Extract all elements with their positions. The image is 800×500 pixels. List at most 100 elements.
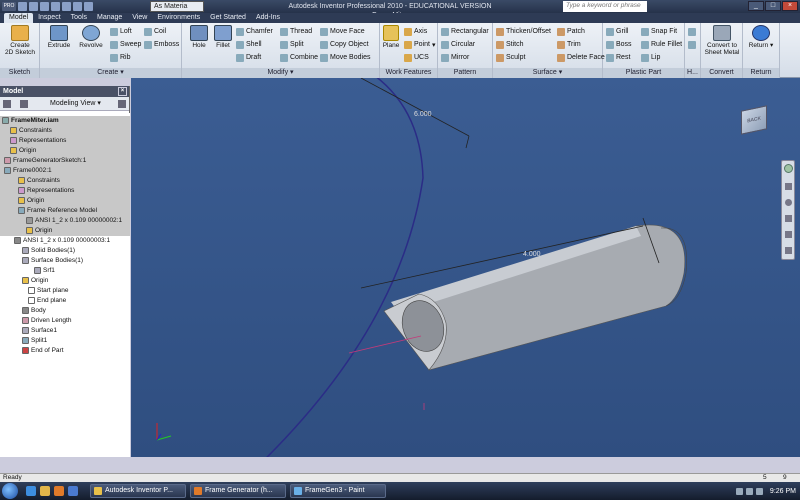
- save-icon[interactable]: [40, 2, 49, 11]
- grill-button[interactable]: Grill: [606, 26, 628, 37]
- firefox-icon[interactable]: [54, 486, 64, 496]
- tree-node[interactable]: Body: [0, 306, 130, 316]
- emboss-button[interactable]: Emboss: [144, 39, 179, 50]
- shell-button[interactable]: Shell: [236, 39, 262, 50]
- tube-part[interactable]: [383, 224, 687, 371]
- lip-button[interactable]: Lip: [641, 52, 660, 63]
- thicken-offset-button[interactable]: Thicken/Offset: [496, 26, 551, 37]
- harness-tool-2[interactable]: [688, 39, 696, 50]
- tab-inspect[interactable]: Inspect: [33, 13, 66, 23]
- tab-model[interactable]: Model: [4, 13, 34, 23]
- network-icon[interactable]: [735, 487, 743, 495]
- sweep-button[interactable]: Sweep: [110, 39, 141, 50]
- convert-sheet-metal-button[interactable]: Convert to Sheet Metal: [704, 25, 740, 56]
- start-button[interactable]: [2, 483, 18, 499]
- tree-node[interactable]: ANSI 1_2 x 0.109 00000002:1: [0, 216, 130, 226]
- tree-node[interactable]: Srf1: [0, 266, 130, 276]
- tree-node[interactable]: Origin: [0, 276, 130, 286]
- stitch-button[interactable]: Stitch: [496, 39, 524, 50]
- minimize-button[interactable]: _: [748, 1, 764, 11]
- taskbar-frame-generator[interactable]: Frame Generator (h...: [190, 484, 286, 498]
- delete-face-button[interactable]: Delete Face: [557, 52, 605, 63]
- expand-icon[interactable]: [20, 100, 28, 108]
- steering-wheel-icon[interactable]: [784, 164, 793, 173]
- patch-button[interactable]: Patch: [557, 26, 585, 37]
- move-face-button[interactable]: Move Face: [320, 26, 365, 37]
- tree-node[interactable]: End plane: [0, 296, 130, 306]
- tree-node[interactable]: FrameMiter.iam: [0, 116, 130, 126]
- sculpt-button[interactable]: Sculpt: [496, 52, 525, 63]
- clock[interactable]: 9:26 PM: [770, 488, 796, 495]
- move-bodies-button[interactable]: Move Bodies: [320, 52, 370, 63]
- boss-button[interactable]: Boss: [606, 39, 632, 50]
- extrude-button[interactable]: Extrude: [44, 25, 74, 49]
- tree-node[interactable]: Representations: [0, 136, 130, 146]
- filter-icon[interactable]: [3, 100, 11, 108]
- rib-button[interactable]: Rib: [110, 52, 131, 63]
- panel-title-modify[interactable]: Modify ▾: [182, 68, 379, 78]
- taskbar-paint[interactable]: FrameGen3 - Paint: [290, 484, 386, 498]
- security-icon[interactable]: [755, 487, 763, 495]
- tree-node[interactable]: Origin: [0, 146, 130, 156]
- snap-fit-button[interactable]: Snap Fit: [641, 26, 677, 37]
- tree-node[interactable]: Constraints: [0, 176, 130, 186]
- harness-tool-1[interactable]: [688, 26, 696, 37]
- circular-pattern-button[interactable]: Circular: [441, 39, 475, 50]
- browser-close-icon[interactable]: ×: [118, 87, 127, 96]
- tree-node[interactable]: End of Part: [0, 346, 130, 356]
- tree-node[interactable]: Constraints: [0, 126, 130, 136]
- media-icon[interactable]: [68, 486, 78, 496]
- draft-button[interactable]: Draft: [236, 52, 261, 63]
- return-button[interactable]: Return ▾: [746, 25, 776, 49]
- tree-node[interactable]: Surface Bodies(1): [0, 256, 130, 266]
- tab-environments[interactable]: Environments: [152, 13, 205, 23]
- undo-icon[interactable]: [51, 2, 60, 11]
- tree-node[interactable]: ANSI 1_2 x 0.109 00000003:1: [0, 236, 130, 246]
- tree-node[interactable]: Representations: [0, 186, 130, 196]
- update-icon[interactable]: [84, 2, 93, 11]
- rule-fillet-button[interactable]: Rule Fillet: [641, 39, 682, 50]
- point-button[interactable]: Point ▾: [404, 39, 435, 50]
- revolve-button[interactable]: Revolve: [76, 25, 106, 49]
- folder-icon[interactable]: [40, 486, 50, 496]
- plane-button[interactable]: Plane: [380, 25, 402, 49]
- tab-tools[interactable]: Tools: [66, 13, 92, 23]
- loft-button[interactable]: Loft: [110, 26, 132, 37]
- tree-node[interactable]: Solid Bodies(1): [0, 246, 130, 256]
- axis-button[interactable]: Axis: [404, 26, 427, 37]
- tree-node[interactable]: Origin: [0, 196, 130, 206]
- ucs-button[interactable]: UCS: [404, 52, 429, 63]
- copy-object-button[interactable]: Copy Object: [320, 39, 369, 50]
- redo-icon[interactable]: [62, 2, 71, 11]
- tree-node[interactable]: Frame Reference Model: [0, 206, 130, 216]
- open-icon[interactable]: [29, 2, 38, 11]
- rectangular-pattern-button[interactable]: Rectangular: [441, 26, 489, 37]
- close-button[interactable]: ×: [782, 1, 798, 11]
- tab-manage[interactable]: Manage: [92, 13, 127, 23]
- tab-view[interactable]: View: [127, 13, 152, 23]
- tree-node[interactable]: Frame0002:1: [0, 166, 130, 176]
- tree-node[interactable]: Driven Length: [0, 316, 130, 326]
- thread-button[interactable]: Thread: [280, 26, 312, 37]
- trim-button[interactable]: Trim: [557, 39, 581, 50]
- coil-button[interactable]: Coil: [144, 26, 166, 37]
- zoom-icon[interactable]: [785, 199, 792, 206]
- maximize-button[interactable]: □: [765, 1, 781, 11]
- panel-title-create[interactable]: Create ▾: [40, 68, 181, 78]
- help-search-input[interactable]: Type a keyword or phrase: [563, 1, 647, 12]
- fillet-button[interactable]: Fillet: [208, 25, 238, 49]
- taskbar-inventor[interactable]: Autodesk Inventor P...: [90, 484, 186, 498]
- tab-get-started[interactable]: Get Started: [205, 13, 251, 23]
- rest-button[interactable]: Rest: [606, 52, 630, 63]
- pan-icon[interactable]: [785, 183, 792, 190]
- tree-node[interactable]: FrameGeneratorSketch:1: [0, 156, 130, 166]
- create-sketch-button[interactable]: Create 2D Sketch: [4, 25, 36, 56]
- modeling-view-dropdown[interactable]: Modeling View ▾: [50, 99, 101, 107]
- tree-node[interactable]: Origin: [0, 226, 130, 236]
- pro-badge-icon[interactable]: PRO: [2, 2, 16, 11]
- graphics-viewport[interactable]: 6.000 4.000 BACK: [131, 78, 800, 457]
- split-button[interactable]: Split: [280, 39, 304, 50]
- mirror-button[interactable]: Mirror: [441, 52, 469, 63]
- tab-add-ins[interactable]: Add-Ins: [251, 13, 285, 23]
- fit-all-icon[interactable]: [785, 247, 792, 254]
